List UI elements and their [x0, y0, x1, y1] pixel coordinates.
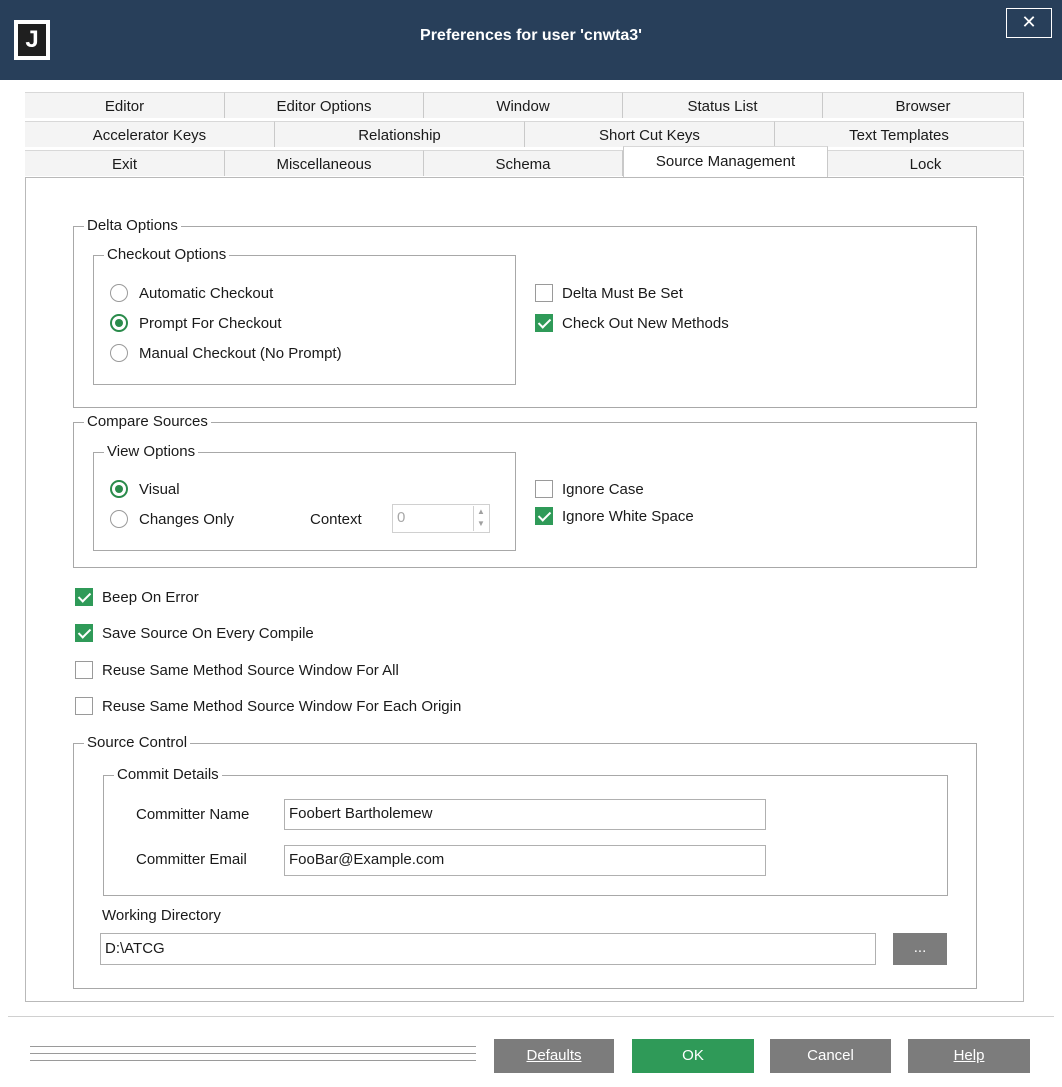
beep-on-error-label: Beep On Error [102, 589, 199, 606]
ignore-white-space-checkbox[interactable] [535, 507, 553, 525]
working-directory-label: Working Directory [102, 907, 221, 924]
reuse-window-for-all-label: Reuse Same Method Source Window For All [102, 662, 399, 679]
save-source-on-compile-checkbox[interactable] [75, 624, 93, 642]
tab-window[interactable]: Window [424, 92, 623, 118]
tab-miscellaneous[interactable]: Miscellaneous [225, 150, 424, 176]
manual-checkout-radio[interactable] [110, 344, 128, 362]
help-button[interactable]: Help [908, 1039, 1030, 1073]
browse-button[interactable]: ... [893, 933, 947, 965]
tab-relationship[interactable]: Relationship [275, 121, 525, 147]
tab-editor-options[interactable]: Editor Options [225, 92, 424, 118]
prompt-for-checkout-label: Prompt For Checkout [139, 315, 282, 332]
tab-editor[interactable]: Editor [25, 92, 225, 118]
tab-text-templates[interactable]: Text Templates [775, 121, 1024, 147]
grip-line-1 [30, 1046, 476, 1047]
delta-must-be-set-label: Delta Must Be Set [562, 285, 683, 302]
manual-checkout-label: Manual Checkout (No Prompt) [139, 345, 342, 362]
working-directory-field[interactable]: D:\ATCG [100, 933, 876, 965]
view-options-legend: View Options [104, 443, 199, 460]
tab-status-list[interactable]: Status List [623, 92, 823, 118]
commit-details-legend: Commit Details [114, 766, 222, 783]
grip-line-2 [30, 1053, 476, 1054]
tab-exit[interactable]: Exit [25, 150, 225, 176]
window-title: Preferences for user 'cnwta3' [420, 27, 642, 44]
reuse-window-for-each-origin-label: Reuse Same Method Source Window For Each… [102, 698, 462, 715]
tab-short-cut-keys[interactable]: Short Cut Keys [525, 121, 775, 147]
ok-button[interactable]: OK [632, 1039, 754, 1073]
committer-email-field[interactable]: FooBar@Example.com [284, 845, 766, 876]
compare-sources-legend: Compare Sources [84, 413, 211, 430]
context-label: Context [310, 511, 362, 528]
footer-separator [8, 1016, 1054, 1017]
visual-label: Visual [139, 481, 180, 498]
defaults-button[interactable]: Defaults [494, 1039, 614, 1073]
changes-only-label: Changes Only [139, 511, 235, 528]
committer-name-field[interactable]: Foobert Bartholemew [284, 799, 766, 830]
automatic-checkout-radio[interactable] [110, 284, 128, 302]
tab-source-management[interactable]: Source Management [623, 146, 828, 178]
changes-only-radio[interactable] [110, 510, 128, 528]
tab-browser[interactable]: Browser [823, 92, 1024, 118]
spinner-arrows-icon[interactable]: ▲ ▼ [473, 506, 488, 531]
grip-line-3 [30, 1060, 476, 1061]
tab-accelerator-keys[interactable]: Accelerator Keys [25, 121, 275, 147]
beep-on-error-checkbox[interactable] [75, 588, 93, 606]
commit-details-group: Commit Details [103, 766, 948, 896]
context-value: 0 [397, 509, 406, 526]
tab-schema[interactable]: Schema [424, 150, 623, 176]
tab-lock[interactable]: Lock [828, 150, 1024, 176]
cancel-button[interactable]: Cancel [770, 1039, 891, 1073]
prompt-for-checkout-radio[interactable] [110, 314, 128, 332]
ignore-case-checkbox[interactable] [535, 480, 553, 498]
visual-radio[interactable] [110, 480, 128, 498]
committer-email-label: Committer Email [136, 851, 247, 868]
close-button[interactable]: ✕ [1006, 8, 1052, 38]
save-source-on-compile-label: Save Source On Every Compile [102, 625, 314, 642]
view-options-group: View Options [93, 443, 516, 551]
check-out-new-methods-label: Check Out New Methods [562, 315, 729, 332]
check-out-new-methods-checkbox[interactable] [535, 314, 553, 332]
checkout-options-legend: Checkout Options [104, 246, 230, 263]
reuse-window-for-all-checkbox[interactable] [75, 661, 93, 679]
source-control-legend: Source Control [84, 734, 191, 751]
reuse-window-for-each-origin-checkbox[interactable] [75, 697, 93, 715]
title-bar: J Preferences for user 'cnwta3' ✕ [0, 0, 1062, 80]
delta-must-be-set-checkbox[interactable] [535, 284, 553, 302]
context-spinner[interactable]: 0 ▲ ▼ [392, 504, 490, 533]
delta-options-legend: Delta Options [84, 217, 181, 234]
committer-name-label: Committer Name [136, 806, 250, 823]
automatic-checkout-label: Automatic Checkout [139, 285, 274, 302]
ignore-white-space-label: Ignore White Space [562, 508, 694, 525]
ignore-case-label: Ignore Case [562, 481, 644, 498]
